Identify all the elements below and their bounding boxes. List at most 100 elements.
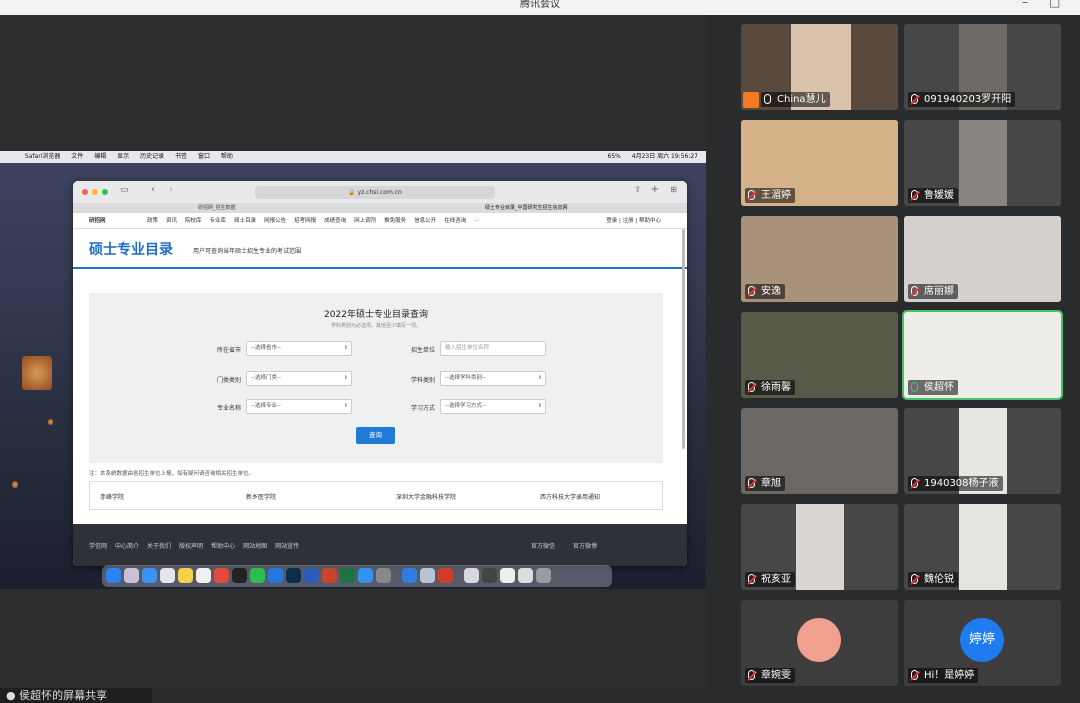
trash-icon[interactable] xyxy=(536,568,551,583)
document-icon[interactable] xyxy=(500,568,515,583)
forward-icon[interactable]: › xyxy=(169,184,173,195)
major-select[interactable]: --选择专业-- ⇕ xyxy=(246,399,352,414)
nav-item[interactable]: 网报公告 xyxy=(264,218,286,224)
terminal-icon[interactable] xyxy=(482,568,497,583)
preview-icon[interactable] xyxy=(420,568,435,583)
footer-link[interactable]: 版权声明 xyxy=(179,543,203,550)
zoom-icon[interactable] xyxy=(102,189,108,195)
sidebar-icon[interactable]: ▭ xyxy=(120,185,129,195)
address-bar[interactable]: 🔒 yz.chsi.com.cn xyxy=(255,186,495,199)
link-item[interactable]: 深圳大学金融科技学院 xyxy=(396,492,456,501)
query-button[interactable]: 查询 xyxy=(356,427,395,444)
footer-link[interactable]: 中心简介 xyxy=(115,543,139,550)
powerpoint-icon[interactable] xyxy=(322,568,337,583)
nav-item[interactable]: 招考网报 xyxy=(294,218,316,224)
nav-item[interactable]: 资讯 xyxy=(166,218,177,224)
screen-share-indicator[interactable]: ● 侯超怀的屏幕共享 xyxy=(0,688,152,703)
footer-link[interactable]: 帮助中心 xyxy=(211,543,235,550)
netease-music-icon[interactable] xyxy=(214,568,229,583)
tencent-meeting-icon[interactable] xyxy=(268,568,283,583)
wps-icon[interactable] xyxy=(438,568,453,583)
tab-overview-icon[interactable]: ⊞ xyxy=(670,185,677,194)
menu-window[interactable]: 窗口 xyxy=(198,151,210,163)
nav-item[interactable]: 在线咨询 xyxy=(444,218,466,224)
nav-more[interactable]: ··· xyxy=(474,218,479,224)
video-tile[interactable]: 祝亥亚 xyxy=(741,504,898,590)
nav-item[interactable]: 政策 xyxy=(147,218,158,224)
nav-item[interactable]: 专业库 xyxy=(210,218,227,224)
excel-icon[interactable] xyxy=(340,568,355,583)
nav-item[interactable]: 成绩查询 xyxy=(324,218,346,224)
participant-name: 席丽娜 xyxy=(908,284,958,299)
page-scrollbar[interactable] xyxy=(682,229,685,449)
baidu-netdisk-icon[interactable] xyxy=(402,568,417,583)
word-icon[interactable] xyxy=(304,568,319,583)
video-tile[interactable]: 091940203罗开阳 xyxy=(904,24,1061,110)
mode-label: 学习方式 xyxy=(410,405,435,412)
notes-icon[interactable] xyxy=(178,568,193,583)
menu-bookmarks[interactable]: 书签 xyxy=(175,151,187,163)
wechat-icon[interactable] xyxy=(250,568,265,583)
nav-item[interactable]: 信息公开 xyxy=(414,218,436,224)
tab-chsi-data[interactable]: 研招网_招生数据 xyxy=(198,203,278,213)
video-tile[interactable]: 章旭 xyxy=(741,408,898,494)
menu-help[interactable]: 帮助 xyxy=(221,151,233,163)
footer-link[interactable]: 学信网 xyxy=(89,543,107,550)
qq-icon[interactable] xyxy=(232,568,247,583)
link-item[interactable]: 新乡医学院 xyxy=(246,492,276,501)
mode-select[interactable]: --选择学习方式-- ⇕ xyxy=(440,399,546,414)
nav-item[interactable]: 推免服务 xyxy=(384,218,406,224)
video-tile-active-speaker[interactable]: 侯超怀 xyxy=(902,310,1063,400)
safari-icon[interactable] xyxy=(142,568,157,583)
footer-link[interactable]: 关于我们 xyxy=(147,543,171,550)
photoshop-icon[interactable] xyxy=(286,568,301,583)
footer-link[interactable]: 网站地图 xyxy=(243,543,267,550)
wechat-link[interactable]: 官方微信 xyxy=(531,543,555,550)
site-tools[interactable]: 登录 | 注册 | 帮助中心 xyxy=(606,213,661,229)
tab-master-catalog[interactable]: 硕士专业目录_中国研究生招生信息网 xyxy=(485,203,685,213)
link-item[interactable]: 赤峰学院 xyxy=(100,492,124,501)
nav-item[interactable]: 网上调剂 xyxy=(354,218,376,224)
province-select[interactable]: --选择省市-- ⇕ xyxy=(246,341,352,356)
video-tile[interactable]: 席丽娜 xyxy=(904,216,1061,302)
footer-link[interactable]: 网站宣传 xyxy=(275,543,299,550)
link-item[interactable]: 西方科技大学录用通知 xyxy=(540,492,600,501)
maximize-icon[interactable]: □ xyxy=(1049,0,1060,8)
folder-icon[interactable] xyxy=(464,568,479,583)
video-tile[interactable]: 章婉雯 xyxy=(741,600,898,686)
launchpad-icon[interactable] xyxy=(124,568,139,583)
new-tab-icon[interactable]: + xyxy=(651,184,659,195)
video-tile[interactable]: China慧儿 xyxy=(741,24,898,110)
app-store-icon[interactable] xyxy=(358,568,373,583)
video-tile[interactable]: 魏伦锐 xyxy=(904,504,1061,590)
weibo-link[interactable]: 官方微博 xyxy=(573,543,597,550)
share-icon[interactable]: ⇪ xyxy=(634,185,641,194)
nav-item[interactable]: 院校库 xyxy=(185,218,202,224)
unit-input[interactable]: 输入招生单位名称 xyxy=(440,341,546,356)
minimize-icon[interactable] xyxy=(92,189,98,195)
menu-edit[interactable]: 编辑 xyxy=(94,151,106,163)
discipline-select[interactable]: --选择学科类别-- ⇕ xyxy=(440,371,546,386)
menu-history[interactable]: 历史记录 xyxy=(140,151,164,163)
menu-view[interactable]: 显示 xyxy=(117,151,129,163)
video-tile[interactable]: 徐雨馨 xyxy=(741,312,898,398)
select-arrow-icon: ⇕ xyxy=(343,375,348,381)
category-select[interactable]: --选择门类-- ⇕ xyxy=(246,371,352,386)
video-tile[interactable]: 王湄婷 xyxy=(741,120,898,206)
photos-icon[interactable] xyxy=(160,568,175,583)
video-tile[interactable]: 安逸 xyxy=(741,216,898,302)
site-logo[interactable]: 研招网 xyxy=(89,213,106,229)
finder-icon[interactable] xyxy=(106,568,121,583)
video-tile[interactable]: 鲁媛媛 xyxy=(904,120,1061,206)
back-icon[interactable]: ‹ xyxy=(151,184,155,195)
video-tile[interactable]: 婷婷 Hi！是婷婷 xyxy=(904,600,1061,686)
screenshot-icon[interactable] xyxy=(518,568,533,583)
menu-safari[interactable]: Safari浏览器 xyxy=(25,151,60,163)
calendar-icon[interactable] xyxy=(196,568,211,583)
video-tile[interactable]: 1940308杨子液 xyxy=(904,408,1061,494)
minimize-icon[interactable]: – xyxy=(1022,0,1028,8)
close-icon[interactable] xyxy=(82,189,88,195)
nav-item[interactable]: 硕士目录 xyxy=(234,218,256,224)
settings-icon[interactable] xyxy=(376,568,391,583)
menu-file[interactable]: 文件 xyxy=(71,151,83,163)
